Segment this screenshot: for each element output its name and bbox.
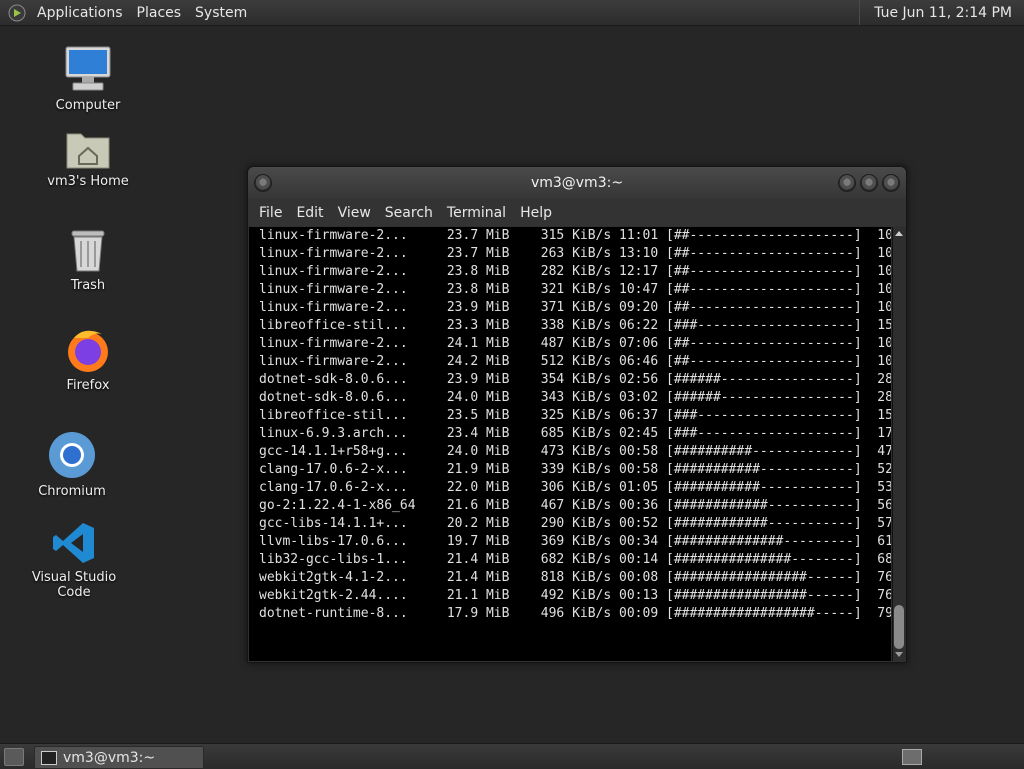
menu-terminal[interactable]: Terminal [440, 205, 513, 221]
maximize-button[interactable] [860, 174, 878, 192]
window-titlebar[interactable]: vm3@vm3:~ [248, 167, 906, 199]
home-folder-icon [66, 133, 110, 169]
terminal-line: linux-firmware-2... 23.8 MiB 282 KiB/s 1… [259, 264, 891, 279]
terminal-line: clang-17.0.6-2-x... 21.9 MiB 339 KiB/s 0… [259, 462, 891, 477]
workspace-switcher[interactable] [902, 749, 922, 765]
terminal-line: linux-firmware-2... 23.7 MiB 315 KiB/s 1… [259, 228, 891, 243]
applications-menu-icon[interactable] [8, 4, 26, 22]
desktop-icon-vscode[interactable]: Visual Studio Code [14, 520, 134, 600]
terminal-window: vm3@vm3:~ File Edit View Search Terminal… [247, 166, 907, 663]
terminal-line: linux-firmware-2... 24.1 MiB 487 KiB/s 0… [259, 336, 891, 351]
desktop-icon-label: vm3's Home [47, 174, 129, 189]
desktop-icon-label: Firefox [66, 378, 110, 393]
desktop-icon-firefox[interactable]: Firefox [28, 326, 148, 393]
scroll-down-arrow-icon[interactable] [895, 652, 903, 657]
desktop-icon-trash[interactable]: Trash [28, 228, 148, 293]
terminal-line: go-2:1.22.4-1-x86_64 21.6 MiB 467 KiB/s … [259, 498, 891, 513]
terminal-line: dotnet-sdk-8.0.6... 24.0 MiB 343 KiB/s 0… [259, 390, 891, 405]
vscode-icon [53, 523, 94, 563]
show-desktop-icon[interactable] [4, 748, 24, 766]
taskbar-window-label: vm3@vm3:~ [63, 749, 156, 766]
menu-search[interactable]: Search [378, 205, 440, 221]
terminal-line: linux-firmware-2... 23.9 MiB 371 KiB/s 0… [259, 300, 891, 315]
system-menu[interactable]: System [188, 5, 254, 21]
clock[interactable]: Tue Jun 11, 2:14 PM [859, 0, 1024, 25]
terminal-line: linux-firmware-2... 24.2 MiB 512 KiB/s 0… [259, 354, 891, 369]
terminal-line: dotnet-sdk-8.0.6... 23.9 MiB 354 KiB/s 0… [259, 372, 891, 387]
terminal-line: lib32-gcc-libs-1... 21.4 MiB 682 KiB/s 0… [259, 552, 891, 567]
terminal-line: webkit2gtk-2.44.... 21.1 MiB 492 KiB/s 0… [259, 588, 891, 603]
desktop-icon-label: Computer [55, 98, 121, 113]
chromium-icon [49, 432, 95, 478]
terminal-output[interactable]: linux-firmware-2... 23.7 MiB 315 KiB/s 1… [249, 227, 891, 661]
desktop-icon-label: Chromium [38, 484, 106, 499]
menu-help[interactable]: Help [513, 205, 559, 221]
desktop-icon-computer[interactable]: Computer [28, 44, 148, 113]
bottom-panel: vm3@vm3:~ [0, 743, 1024, 769]
close-button[interactable] [882, 174, 900, 192]
minimize-button[interactable] [838, 174, 856, 192]
terminal-line: libreoffice-stil... 23.5 MiB 325 KiB/s 0… [259, 408, 891, 423]
desktop-icon-label: Visual Studio Code [31, 570, 117, 600]
desktop-icon-chromium[interactable]: Chromium [12, 430, 132, 499]
trash-icon [71, 230, 105, 272]
window-menu-button[interactable] [254, 174, 272, 192]
terminal-line: clang-17.0.6-2-x... 22.0 MiB 306 KiB/s 0… [259, 480, 891, 495]
scrollbar-thumb[interactable] [894, 605, 904, 649]
scroll-up-arrow-icon[interactable] [895, 231, 903, 236]
terminal-line: dotnet-runtime-8... 17.9 MiB 496 KiB/s 0… [259, 606, 891, 621]
menu-edit[interactable]: Edit [289, 205, 330, 221]
desktop-icon-label: Trash [70, 278, 106, 293]
taskbar-window-button[interactable]: vm3@vm3:~ [34, 746, 204, 769]
terminal-line: gcc-libs-14.1.1+... 20.2 MiB 290 KiB/s 0… [259, 516, 891, 531]
firefox-icon [68, 330, 108, 372]
terminal-icon [41, 750, 57, 765]
terminal-line: webkit2gtk-4.1-2... 21.4 MiB 818 KiB/s 0… [259, 570, 891, 585]
desktop-icon-home[interactable]: vm3's Home [28, 128, 148, 189]
terminal-line: gcc-14.1.1+r58+g... 24.0 MiB 473 KiB/s 0… [259, 444, 891, 459]
window-menubar: File Edit View Search Terminal Help [248, 199, 906, 226]
terminal-line: linux-6.9.3.arch... 23.4 MiB 685 KiB/s 0… [259, 426, 891, 441]
applications-menu[interactable]: Applications [30, 5, 130, 21]
menu-file[interactable]: File [252, 205, 289, 221]
places-menu[interactable]: Places [130, 5, 189, 21]
terminal-scrollbar[interactable] [892, 227, 906, 661]
terminal-line: llvm-libs-17.0.6... 19.7 MiB 369 KiB/s 0… [259, 534, 891, 549]
computer-icon [65, 46, 111, 91]
terminal-line: libreoffice-stil... 23.3 MiB 338 KiB/s 0… [259, 318, 891, 333]
terminal-line: linux-firmware-2... 23.8 MiB 321 KiB/s 1… [259, 282, 891, 297]
top-panel: Applications Places System Tue Jun 11, 2… [0, 0, 1024, 26]
window-title: vm3@vm3:~ [530, 175, 624, 191]
menu-view[interactable]: View [331, 205, 378, 221]
terminal-line: linux-firmware-2... 23.7 MiB 263 KiB/s 1… [259, 246, 891, 261]
